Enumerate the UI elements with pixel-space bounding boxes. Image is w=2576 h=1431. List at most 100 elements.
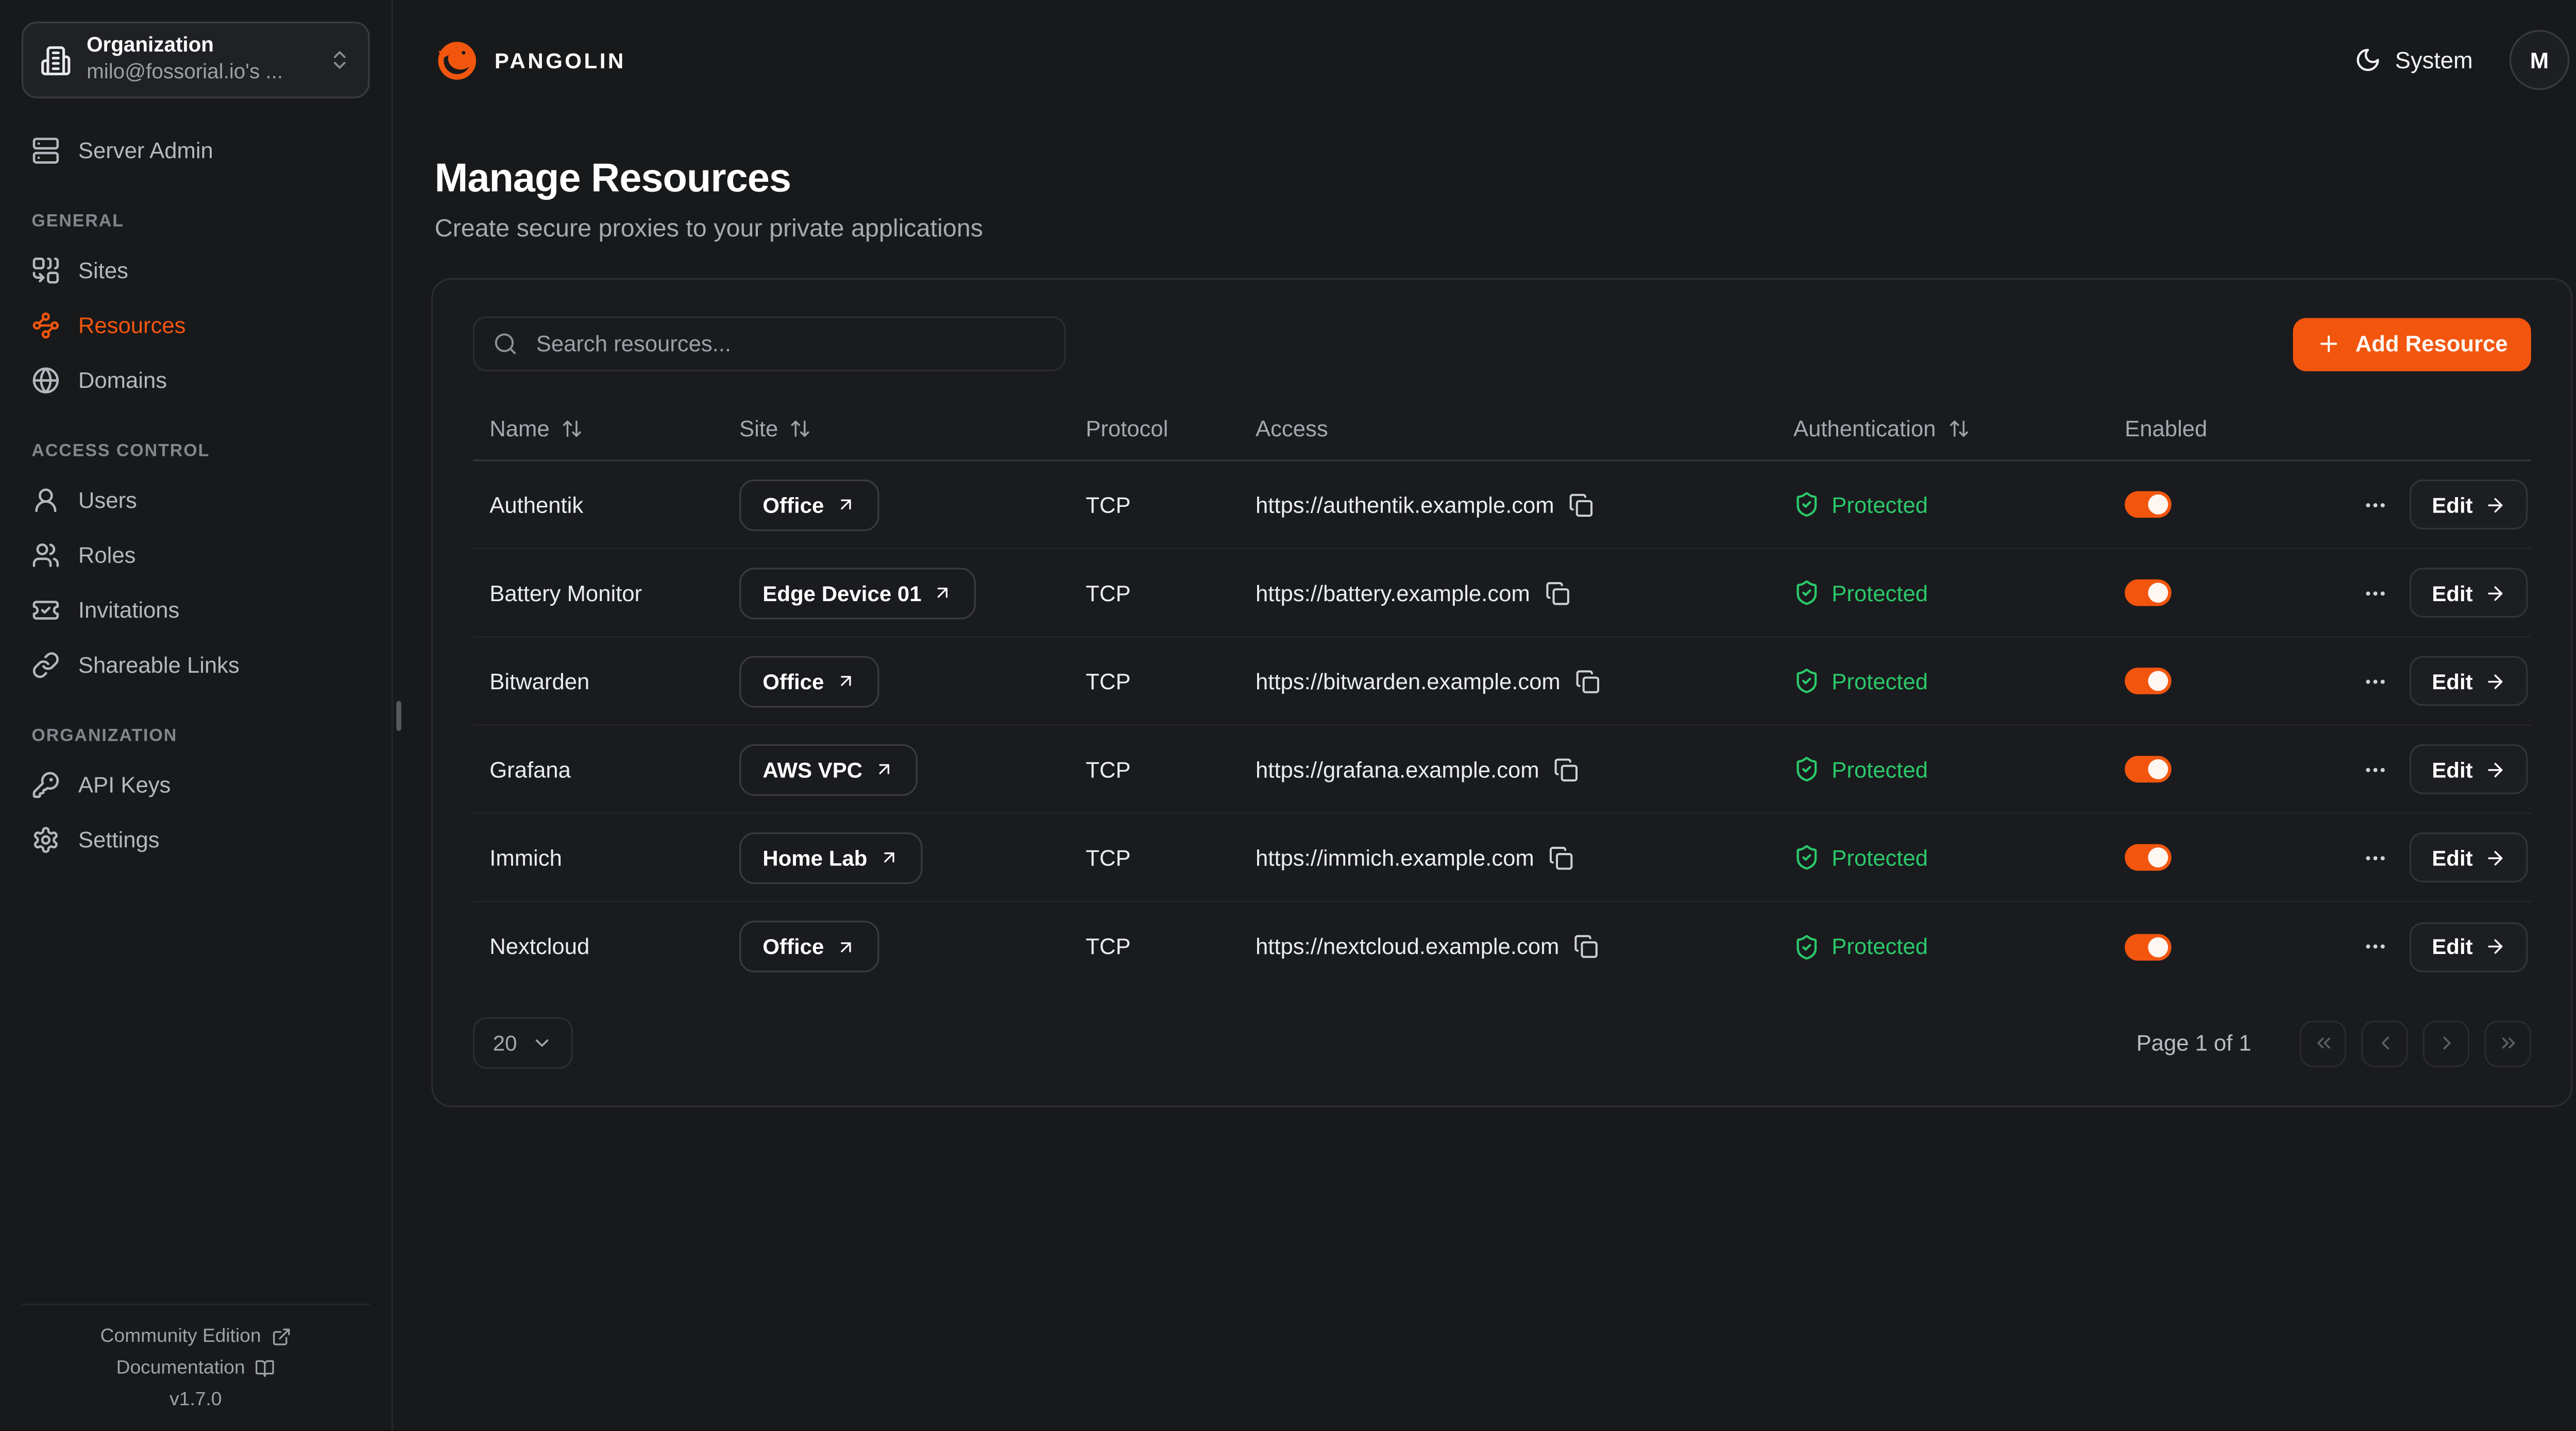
site-link-button[interactable]: Office xyxy=(739,479,879,530)
site-link-button[interactable]: Office xyxy=(739,921,879,972)
sort-icon xyxy=(561,418,583,439)
site-link-button[interactable]: Home Lab xyxy=(739,831,922,883)
resource-name: Nextcloud xyxy=(489,934,589,959)
sidebar-item-api-keys[interactable]: API Keys xyxy=(22,769,370,799)
edit-button[interactable]: Edit xyxy=(2410,568,2528,618)
sidebar-item-roles[interactable]: Roles xyxy=(22,539,370,569)
access-cell: https://grafana.example.com xyxy=(1239,757,1777,781)
sidebar-item-server-admin[interactable]: Server Admin xyxy=(22,135,370,165)
enabled-toggle[interactable] xyxy=(2125,491,2171,518)
sidebar: Organization milo@fossorial.io's ... Ser… xyxy=(0,0,393,1430)
arrow-right-icon xyxy=(2484,493,2506,515)
community-edition-link[interactable]: Community Edition xyxy=(100,1327,291,1347)
edit-button[interactable]: Edit xyxy=(2410,832,2528,882)
version-label: v1.7.0 xyxy=(170,1390,222,1410)
copy-icon xyxy=(1549,845,1574,870)
access-url: https://bitwarden.example.com xyxy=(1256,669,1561,693)
server-icon xyxy=(31,135,60,164)
column-header-authentication[interactable]: Authentication xyxy=(1777,416,2108,441)
sidebar-item-sites[interactable]: Sites xyxy=(22,255,370,285)
edit-button[interactable]: Edit xyxy=(2410,480,2528,530)
arrow-up-right-icon xyxy=(879,847,899,867)
row-menu-button[interactable] xyxy=(2364,580,2388,605)
pagination: Page 1 of 1 xyxy=(2137,1020,2531,1066)
add-resource-button[interactable]: Add Resource xyxy=(2294,317,2531,370)
chevrons-up-down-icon xyxy=(328,48,351,72)
enabled-toggle[interactable] xyxy=(2125,668,2171,694)
protocol-cell: TCP xyxy=(1069,669,1239,693)
sidebar-item-resources[interactable]: Resources xyxy=(22,310,370,339)
row-menu-button[interactable] xyxy=(2364,845,2388,870)
row-menu-button[interactable] xyxy=(2364,757,2388,781)
table-row: Bitwarden Office TCP https://bitwarden.e… xyxy=(473,638,2531,726)
column-header-site[interactable]: Site xyxy=(723,416,1069,441)
row-menu-button[interactable] xyxy=(2364,492,2388,517)
arrow-up-right-icon xyxy=(874,759,894,779)
access-url: https://authentik.example.com xyxy=(1256,492,1554,517)
copy-icon xyxy=(1554,757,1579,781)
column-header-enabled: Enabled xyxy=(2108,416,2325,441)
edit-button[interactable]: Edit xyxy=(2410,656,2528,706)
enabled-toggle[interactable] xyxy=(2125,580,2171,606)
enabled-toggle[interactable] xyxy=(2125,933,2171,960)
row-menu-button[interactable] xyxy=(2364,669,2388,693)
main-content: PANGOLIN System M Manage Resources Creat… xyxy=(393,0,2576,1430)
gear-icon xyxy=(31,825,60,854)
sidebar-footer: Community Edition Documentation v1.7.0 xyxy=(22,1304,370,1413)
org-switcher[interactable]: Organization milo@fossorial.io's ... xyxy=(22,22,370,98)
edit-button[interactable]: Edit xyxy=(2410,744,2528,794)
sort-icon xyxy=(790,418,811,439)
shield-check-icon xyxy=(1793,580,1820,606)
first-page-button[interactable] xyxy=(2300,1020,2346,1066)
combine-icon xyxy=(31,255,60,284)
search-input[interactable] xyxy=(533,330,1045,358)
sidebar-item-settings[interactable]: Settings xyxy=(22,824,370,854)
copy-url-button[interactable] xyxy=(1554,757,1579,781)
enabled-toggle[interactable] xyxy=(2125,756,2171,782)
prev-page-button[interactable] xyxy=(2361,1020,2408,1066)
arrow-right-icon xyxy=(2484,935,2506,957)
sidebar-scrollbar-thumb[interactable] xyxy=(396,701,401,731)
ticket-check-icon xyxy=(31,595,60,623)
site-link-button[interactable]: Edge Device 01 xyxy=(739,567,976,619)
theme-label: System xyxy=(2395,46,2473,73)
resource-name: Authentik xyxy=(489,492,583,517)
column-header-name[interactable]: Name xyxy=(473,416,723,441)
copy-url-button[interactable] xyxy=(1575,669,1600,693)
avatar[interactable]: M xyxy=(2510,30,2569,90)
table-row: Authentik Office TCP https://authentik.e… xyxy=(473,461,2531,549)
sidebar-item-domains[interactable]: Domains xyxy=(22,365,370,395)
search-box[interactable] xyxy=(473,316,1066,371)
sidebar-item-shareable-links[interactable]: Shareable Links xyxy=(22,650,370,679)
copy-url-button[interactable] xyxy=(1569,492,1594,517)
app: Organization milo@fossorial.io's ... Ser… xyxy=(0,0,2576,1430)
sidebar-item-invitations[interactable]: Invitations xyxy=(22,594,370,624)
ellipsis-icon xyxy=(2364,492,2388,517)
table-row: Nextcloud Office TCP https://nextcloud.e… xyxy=(473,902,2531,991)
resource-name: Bitwarden xyxy=(489,669,589,693)
page-info: Page 1 of 1 xyxy=(2137,1031,2251,1055)
documentation-link[interactable]: Documentation xyxy=(116,1358,275,1378)
copy-url-button[interactable] xyxy=(1545,580,1570,605)
protocol-cell: TCP xyxy=(1069,492,1239,517)
sidebar-item-users[interactable]: Users xyxy=(22,485,370,515)
enabled-toggle[interactable] xyxy=(2125,844,2171,871)
next-page-button[interactable] xyxy=(2423,1020,2469,1066)
resource-name: Immich xyxy=(489,845,562,870)
auth-status-badge: Protected xyxy=(1793,756,1928,782)
copy-url-button[interactable] xyxy=(1549,845,1574,870)
row-menu-button[interactable] xyxy=(2364,934,2388,959)
theme-toggle[interactable]: System xyxy=(2355,46,2472,73)
copy-url-button[interactable] xyxy=(1574,934,1599,959)
last-page-button[interactable] xyxy=(2484,1020,2531,1066)
access-cell: https://nextcloud.example.com xyxy=(1239,934,1777,959)
section-heading-general: GENERAL xyxy=(31,211,360,231)
shield-check-icon xyxy=(1793,756,1820,782)
page-size-select[interactable]: 20 xyxy=(473,1017,573,1069)
edit-button[interactable]: Edit xyxy=(2410,922,2528,972)
site-link-button[interactable]: AWS VPC xyxy=(739,743,918,795)
site-link-button[interactable]: Office xyxy=(739,655,879,707)
access-url: https://grafana.example.com xyxy=(1256,757,1539,781)
ellipsis-icon xyxy=(2364,757,2388,781)
card-toolbar: Add Resource xyxy=(473,316,2531,371)
